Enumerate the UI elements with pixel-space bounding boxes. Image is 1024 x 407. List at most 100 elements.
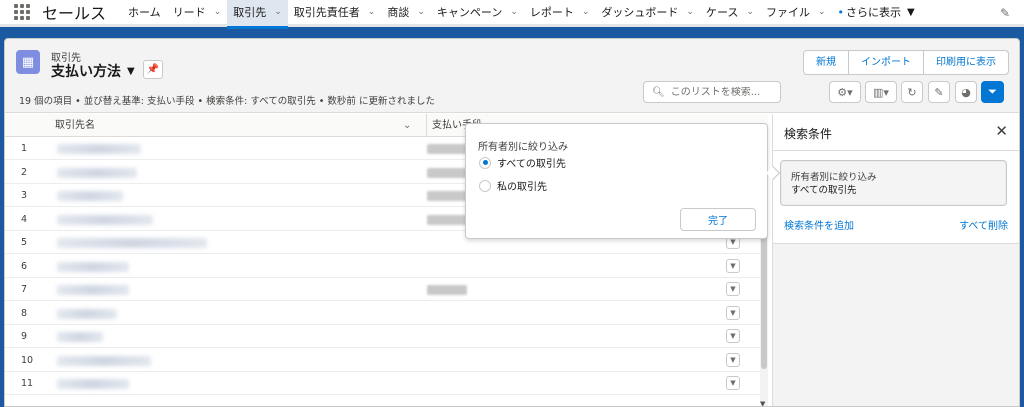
nav-item[interactable]: リード ⌄ bbox=[167, 0, 228, 26]
redacted-account-name[interactable] bbox=[57, 379, 129, 389]
redacted-account-name[interactable] bbox=[57, 332, 103, 342]
nav-item-label: レポート bbox=[529, 6, 574, 19]
redacted-payment-method bbox=[427, 191, 467, 201]
radio-all-accounts[interactable]: すべての取引先 bbox=[479, 155, 566, 170]
redacted-account-name[interactable] bbox=[57, 214, 153, 225]
nav-item[interactable]: ダッシュボード ⌄ bbox=[595, 0, 700, 26]
filter-panel-header: 検索条件 ✕ bbox=[773, 114, 1019, 151]
add-filter-link[interactable]: 検索条件を追加 bbox=[784, 217, 854, 232]
column-header-account-name[interactable]: 取引先名 bbox=[55, 114, 95, 137]
chevron-down-icon[interactable]: ⌄ bbox=[746, 7, 754, 17]
list-view-picker[interactable]: 支払い方法 ▼ bbox=[51, 61, 135, 81]
remove-all-link[interactable]: すべて削除 bbox=[959, 217, 1008, 232]
redacted-account-name[interactable] bbox=[57, 167, 137, 178]
nav-item-label: 商談 bbox=[387, 6, 410, 19]
table-row[interactable]: 11 ▼ bbox=[5, 372, 768, 395]
redacted-account-name[interactable] bbox=[57, 261, 129, 272]
search-icon: 🔍︎ bbox=[652, 86, 665, 98]
radio-label: すべての取引先 bbox=[497, 159, 566, 170]
nav-item[interactable]: キャンペーン ⌄ bbox=[431, 0, 524, 26]
edit-list-icon[interactable]: ✎ bbox=[928, 81, 950, 103]
nav-item-label: 取引先責任者 bbox=[293, 6, 360, 19]
chart-icon[interactable]: ◕ bbox=[955, 81, 977, 103]
chevron-down-icon[interactable]: ⌄ bbox=[214, 7, 222, 17]
filter-icon[interactable]: ⏷ bbox=[981, 81, 1004, 103]
table-row[interactable]: 6 ▼ bbox=[5, 254, 768, 278]
account-object-icon: ▦ bbox=[16, 50, 40, 74]
chevron-down-icon[interactable]: ⌄ bbox=[274, 7, 282, 17]
row-action-menu-icon[interactable]: ▼ bbox=[726, 282, 740, 296]
edit-nav-icon[interactable]: ✎ bbox=[1000, 6, 1010, 20]
print-view-button[interactable]: 印刷用に表示 bbox=[923, 51, 1008, 74]
redacted-account-name[interactable] bbox=[57, 308, 117, 319]
nav-item[interactable]: 商談 ⌄ bbox=[381, 0, 431, 26]
nav-more-button[interactable]: • さらに表示 ▼ bbox=[832, 4, 921, 20]
redacted-account-name[interactable] bbox=[57, 355, 151, 366]
nav-item[interactable]: ケース ⌄ bbox=[700, 0, 760, 26]
nav-item-label: リード bbox=[172, 6, 206, 19]
chevron-down-icon[interactable]: ⌄ bbox=[417, 7, 425, 17]
chevron-down-icon[interactable]: ⌄ bbox=[818, 7, 826, 17]
caret-down-icon: ▼ bbox=[127, 65, 135, 77]
redacted-payment-method bbox=[427, 167, 467, 178]
chevron-down-icon[interactable]: ⌄ bbox=[582, 7, 590, 17]
row-number: 9 bbox=[21, 331, 28, 342]
search-input[interactable] bbox=[670, 86, 779, 98]
table-row[interactable]: 7 ▼ bbox=[5, 278, 768, 301]
action-button-group: 新規 インポート 印刷用に表示 bbox=[803, 50, 1009, 75]
row-action-menu-icon[interactable]: ▼ bbox=[726, 329, 740, 343]
scroll-down-arrow-icon[interactable]: ▼ bbox=[760, 400, 765, 406]
row-number: 5 bbox=[21, 237, 28, 248]
redacted-account-name[interactable] bbox=[57, 285, 129, 295]
nav-item-label: ダッシュボード bbox=[601, 6, 679, 19]
pin-icon[interactable]: 📌 bbox=[143, 60, 163, 79]
nav-item[interactable]: ホーム bbox=[122, 0, 167, 26]
owner-filter-card[interactable]: 所有者別に絞り込み すべての取引先 bbox=[780, 160, 1007, 206]
row-number: 10 bbox=[21, 354, 34, 366]
chevron-down-icon[interactable]: ⌄ bbox=[403, 114, 411, 137]
chevron-down-icon[interactable]: ⌄ bbox=[510, 7, 518, 17]
nav-item-label: ケース bbox=[705, 6, 739, 19]
list-title: 支払い方法 bbox=[51, 64, 121, 80]
nav-item[interactable]: 取引先 ⌄ bbox=[227, 0, 288, 29]
redacted-account-name[interactable] bbox=[57, 144, 141, 154]
chevron-down-icon[interactable]: ⌄ bbox=[368, 7, 376, 17]
row-action-menu-icon[interactable]: ▼ bbox=[726, 305, 740, 320]
filter-label: 所有者別に絞り込み bbox=[791, 172, 877, 183]
nav-item[interactable]: ファイル ⌄ bbox=[760, 0, 832, 26]
owner-filter-popover: 所有者別に絞り込み すべての取引先 私の取引先 完了 bbox=[465, 123, 781, 239]
redacted-account-name[interactable] bbox=[57, 191, 123, 201]
app-launcher-icon[interactable] bbox=[14, 4, 30, 20]
table-row[interactable]: 10 ▼ bbox=[5, 348, 768, 372]
redacted-account-name[interactable] bbox=[57, 238, 207, 248]
row-action-menu-icon[interactable]: ▼ bbox=[726, 258, 740, 273]
nav-item-label: ファイル bbox=[765, 6, 810, 19]
new-button[interactable]: 新規 bbox=[804, 51, 848, 74]
close-icon[interactable]: ✕ bbox=[995, 122, 1008, 140]
filter-value: すべての取引先 bbox=[791, 185, 857, 196]
list-status: 19 個の項目 • 並び替え基準: 支払い手段 • 検索条件: すべての取引先 … bbox=[19, 96, 435, 107]
row-number: 6 bbox=[21, 260, 28, 272]
done-button[interactable]: 完了 bbox=[680, 208, 756, 231]
nav-item[interactable]: 取引先責任者 ⌄ bbox=[288, 0, 382, 26]
display-as-table-icon[interactable]: ▥▾ bbox=[865, 81, 897, 103]
filter-panel-title: 検索条件 bbox=[784, 127, 833, 141]
global-nav: セールス ホーム リード ⌄ 取引先 ⌄ 取引先責任者 ⌄ 商談 ⌄ キャンペーン ⌄ レポート ⌄ ダッ… bbox=[0, 0, 1024, 29]
radio-label: 私の取引先 bbox=[497, 182, 547, 193]
row-number: 1 bbox=[21, 143, 28, 154]
refresh-icon[interactable]: ↻ bbox=[901, 81, 923, 103]
nav-item[interactable]: レポート ⌄ bbox=[524, 0, 596, 26]
row-action-menu-icon[interactable]: ▼ bbox=[726, 376, 740, 390]
table-row[interactable]: 8 ▼ bbox=[5, 301, 768, 325]
redacted-payment-method bbox=[427, 144, 467, 154]
app-name: セールス bbox=[42, 4, 107, 23]
settings-gear-icon[interactable]: ⚙▾ bbox=[829, 81, 861, 103]
row-action-menu-icon[interactable]: ▼ bbox=[726, 352, 740, 367]
nav-item-label: 取引先 bbox=[233, 6, 267, 19]
import-button[interactable]: インポート bbox=[848, 51, 923, 74]
chevron-down-icon[interactable]: ⌄ bbox=[686, 7, 694, 17]
list-search: 🔍︎ bbox=[643, 81, 781, 103]
radio-my-accounts[interactable]: 私の取引先 bbox=[479, 178, 547, 193]
row-number: 4 bbox=[21, 213, 28, 225]
table-row[interactable]: 9 ▼ bbox=[5, 325, 768, 348]
